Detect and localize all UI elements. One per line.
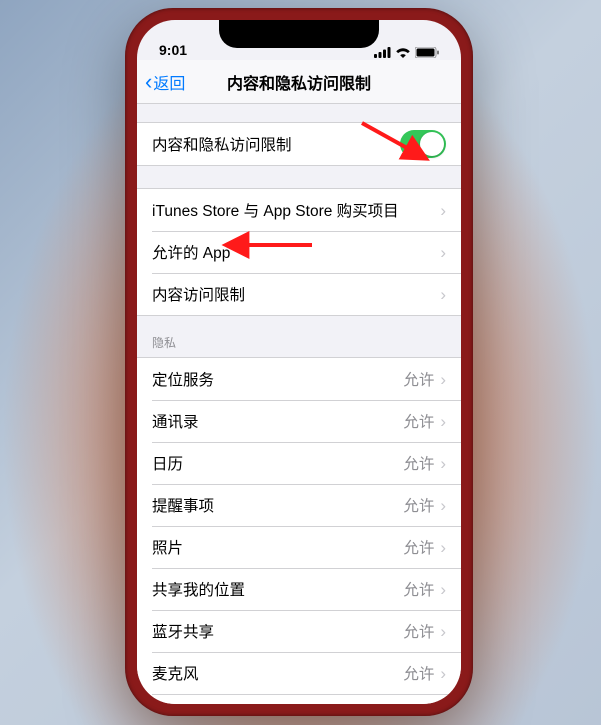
row-share-my-location[interactable]: 共享我的位置 允许 ›	[137, 568, 461, 610]
row-photos[interactable]: 照片 允许 ›	[137, 526, 461, 568]
row-content-restrictions[interactable]: 内容访问限制 ›	[137, 273, 461, 315]
notch	[219, 20, 379, 48]
chevron-right-icon: ›	[440, 371, 446, 388]
chevron-right-icon: ›	[440, 202, 446, 219]
row-value: 允许	[403, 662, 434, 684]
row-contacts[interactable]: 通讯录 允许 ›	[137, 400, 461, 442]
row-location-services[interactable]: 定位服务 允许 ›	[137, 358, 461, 400]
row-itunes-purchases[interactable]: iTunes Store 与 App Store 购买项目 ›	[137, 189, 461, 231]
row-label: 通讯录	[152, 410, 403, 432]
row-label: iTunes Store 与 App Store 购买项目	[152, 199, 440, 221]
row-label: 照片	[152, 536, 403, 558]
row-value: 允许	[403, 452, 434, 474]
row-reminders[interactable]: 提醒事项 允许 ›	[137, 484, 461, 526]
row-label: 共享我的位置	[152, 578, 403, 600]
chevron-right-icon: ›	[440, 244, 446, 261]
row-label: 麦克风	[152, 662, 403, 684]
signal-icon	[374, 47, 391, 58]
row-content-privacy-restrictions[interactable]: 内容和隐私访问限制	[137, 123, 461, 165]
row-calendars[interactable]: 日历 允许 ›	[137, 442, 461, 484]
row-value: 允许	[403, 578, 434, 600]
phone-frame: 9:01 ‹ 返回 内容和隐私访问限制 内容和隐私访问限制	[125, 8, 473, 716]
group-master-toggle: 内容和隐私访问限制	[137, 122, 461, 166]
battery-icon	[415, 47, 439, 58]
row-value: 允许	[403, 368, 434, 390]
group-privacy: 定位服务 允许 › 通讯录 允许 › 日历 允许 › 提醒事项 允许 ›	[137, 357, 461, 704]
status-time: 9:01	[159, 42, 187, 58]
row-label: 内容访问限制	[152, 283, 440, 305]
chevron-right-icon: ›	[440, 286, 446, 303]
row-value: 允许	[403, 410, 434, 432]
row-label: 蓝牙共享	[152, 620, 403, 642]
row-label: 允许的 App	[152, 241, 440, 263]
row-bluetooth-sharing[interactable]: 蓝牙共享 允许 ›	[137, 610, 461, 652]
toggle-switch[interactable]	[400, 130, 446, 158]
row-label: 日历	[152, 452, 403, 474]
chevron-right-icon: ›	[440, 413, 446, 430]
screen: 9:01 ‹ 返回 内容和隐私访问限制 内容和隐私访问限制	[137, 20, 461, 704]
chevron-right-icon: ›	[440, 623, 446, 640]
chevron-right-icon: ›	[440, 665, 446, 682]
row-value: 允许	[403, 494, 434, 516]
chevron-left-icon: ‹	[145, 71, 152, 93]
row-value: 允许	[403, 620, 434, 642]
group-restriction-links: iTunes Store 与 App Store 购买项目 › 允许的 App …	[137, 188, 461, 316]
row-speech-recognition[interactable]: 语音识别 允许 ›	[137, 694, 461, 704]
back-button[interactable]: ‹ 返回	[145, 70, 185, 94]
back-label: 返回	[153, 70, 185, 94]
nav-bar: ‹ 返回 内容和隐私访问限制	[137, 60, 461, 104]
content-scroll[interactable]: 内容和隐私访问限制 iTunes Store 与 App Store 购买项目 …	[137, 104, 461, 704]
chevron-right-icon: ›	[440, 539, 446, 556]
group-header-privacy: 隐私	[137, 316, 461, 357]
page-title: 内容和隐私访问限制	[137, 70, 461, 94]
row-microphone[interactable]: 麦克风 允许 ›	[137, 652, 461, 694]
chevron-right-icon: ›	[440, 455, 446, 472]
status-indicators	[374, 47, 439, 58]
chevron-right-icon: ›	[440, 497, 446, 514]
row-label: 内容和隐私访问限制	[152, 133, 400, 155]
row-label: 提醒事项	[152, 494, 403, 516]
chevron-right-icon: ›	[440, 581, 446, 598]
row-label: 定位服务	[152, 368, 403, 390]
wifi-icon	[395, 47, 411, 58]
row-allowed-apps[interactable]: 允许的 App ›	[137, 231, 461, 273]
row-value: 允许	[403, 536, 434, 558]
